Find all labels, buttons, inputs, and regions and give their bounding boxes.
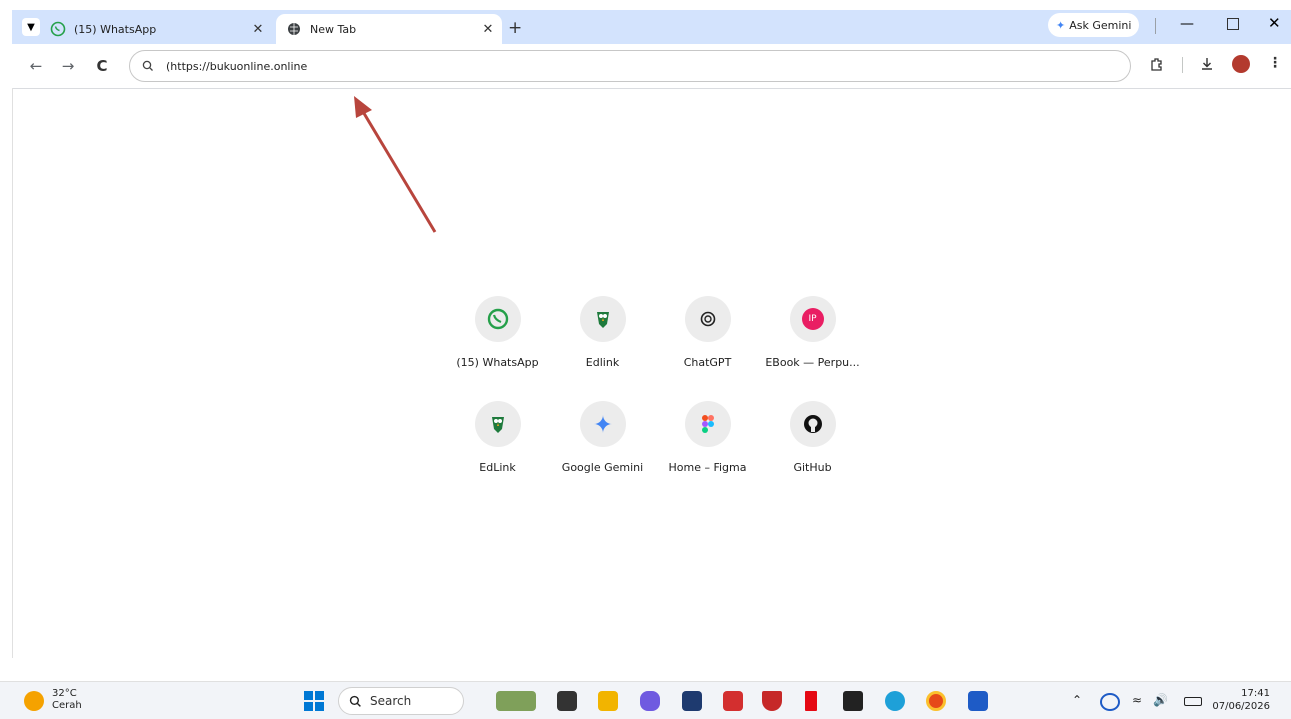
figma-icon — [684, 401, 731, 447]
shortcut-whatsapp[interactable]: (15) WhatsApp — [445, 296, 550, 396]
edge-icon[interactable] — [885, 691, 905, 711]
shortcut-label: ChatGPT — [683, 356, 732, 369]
taskbar: 32°C Cerah Search ⌃ ≈ 🔊 17:41 07/06/2026 — [0, 681, 1291, 719]
shortcut-label: Edlink — [585, 356, 620, 369]
shortcut-label: EdLink — [479, 461, 516, 474]
shortcut-label: Google Gemini — [561, 461, 644, 474]
window-edge — [12, 88, 13, 658]
address-bar[interactable] — [129, 50, 1131, 82]
shortcut-label: Home – Figma — [668, 461, 747, 474]
weather-temp: 32°C — [52, 688, 77, 699]
shortcut-edlink[interactable]: Edlink — [550, 296, 655, 396]
shortcut-edlink-2[interactable]: EdLink — [445, 401, 550, 501]
tab-search-button[interactable]: ▼ — [22, 18, 40, 36]
download-icon[interactable] — [1199, 56, 1215, 76]
weather-condition: Cerah — [52, 700, 82, 711]
ip-badge-icon: IP — [789, 296, 836, 342]
shortcut-label: GitHub — [793, 461, 832, 474]
close-icon[interactable]: ✕ — [480, 22, 496, 37]
back-button[interactable]: ← — [26, 56, 46, 76]
tab-whatsapp[interactable]: (15) WhatsApp ✕ — [50, 14, 272, 44]
globe-icon — [286, 21, 302, 37]
new-tab-button[interactable]: + — [508, 18, 522, 38]
folder-icon[interactable] — [598, 691, 618, 711]
battery-icon[interactable] — [1184, 697, 1202, 706]
shortcut-github[interactable]: GitHub — [760, 401, 865, 501]
separator — [1182, 57, 1183, 73]
avatar[interactable] — [1232, 55, 1250, 73]
chevron-up-icon[interactable]: ⌃ — [1072, 693, 1082, 707]
cloud-icon[interactable] — [1100, 693, 1120, 711]
shortcut-chatgpt[interactable]: ChatGPT — [655, 296, 760, 396]
copilot-icon[interactable] — [640, 691, 660, 711]
close-icon[interactable]: ✕ — [250, 22, 266, 37]
widgets-icon[interactable] — [496, 691, 536, 711]
maximize-button[interactable] — [1227, 18, 1239, 30]
toolbar: ← → C ⋮ — [12, 44, 1291, 89]
separator — [1155, 18, 1156, 34]
chrome-icon[interactable] — [926, 691, 946, 711]
tab-title: (15) WhatsApp — [74, 22, 157, 36]
shortcut-label: (15) WhatsApp — [456, 356, 539, 369]
start-button[interactable] — [304, 691, 324, 715]
search-icon — [142, 60, 154, 72]
netflix-icon[interactable] — [805, 691, 817, 711]
annotation-arrow — [354, 96, 437, 233]
mcafee-icon[interactable] — [762, 691, 782, 711]
store-icon[interactable] — [682, 691, 702, 711]
wifi-icon[interactable]: ≈ — [1132, 693, 1142, 707]
search-icon — [349, 695, 362, 708]
tab-strip: ▼ (15) WhatsApp ✕ New Tab ✕ + ✦ Ask Gemi… — [12, 10, 1291, 44]
tab-new-tab[interactable]: New Tab ✕ — [276, 14, 502, 44]
file-explorer-icon[interactable] — [557, 691, 577, 711]
dropbox-icon[interactable] — [843, 691, 863, 711]
edlink-icon — [579, 296, 626, 342]
ip-badge-text: IP — [801, 308, 824, 330]
clock-date: 07/06/2026 — [1212, 701, 1270, 712]
volume-icon[interactable]: 🔊 — [1153, 693, 1168, 707]
close-window-button[interactable]: ✕ — [1268, 14, 1281, 32]
whatsapp-icon — [50, 21, 66, 37]
l-app-icon[interactable] — [723, 691, 743, 711]
whatsapp-icon — [474, 296, 521, 342]
word-icon[interactable] — [968, 691, 988, 711]
chevron-down-icon: ▼ — [27, 21, 35, 33]
weather-sun-icon — [24, 691, 44, 711]
clock[interactable]: 17:41 07/06/2026 — [1208, 687, 1270, 713]
gemini-icon: ✦ — [1056, 18, 1066, 32]
address-input[interactable] — [164, 58, 1068, 74]
weather-widget[interactable]: 32°C Cerah — [52, 688, 82, 712]
github-icon — [789, 401, 836, 447]
clock-time: 17:41 — [1241, 688, 1270, 699]
minimize-button[interactable]: — — [1180, 16, 1194, 32]
search-label: Search — [370, 694, 412, 708]
menu-icon[interactable]: ⋮ — [1268, 55, 1282, 71]
forward-button[interactable]: → — [58, 56, 78, 76]
shortcut-ebook[interactable]: IP EBook — Perpu... — [760, 296, 865, 396]
chatgpt-icon — [684, 296, 731, 342]
taskbar-search[interactable]: Search — [338, 687, 464, 715]
extensions-icon[interactable] — [1149, 56, 1165, 76]
ask-gemini-label: Ask Gemini — [1069, 18, 1132, 32]
shortcut-figma[interactable]: Home – Figma — [655, 401, 760, 501]
ask-gemini-button[interactable]: ✦ Ask Gemini — [1048, 13, 1140, 37]
reload-button[interactable]: C — [92, 56, 112, 76]
gemini-icon — [579, 401, 626, 447]
edlink-icon — [474, 401, 521, 447]
shortcut-label: EBook — Perpu... — [765, 356, 860, 369]
shortcut-gemini[interactable]: Google Gemini — [550, 401, 655, 501]
tab-title: New Tab — [310, 22, 357, 36]
